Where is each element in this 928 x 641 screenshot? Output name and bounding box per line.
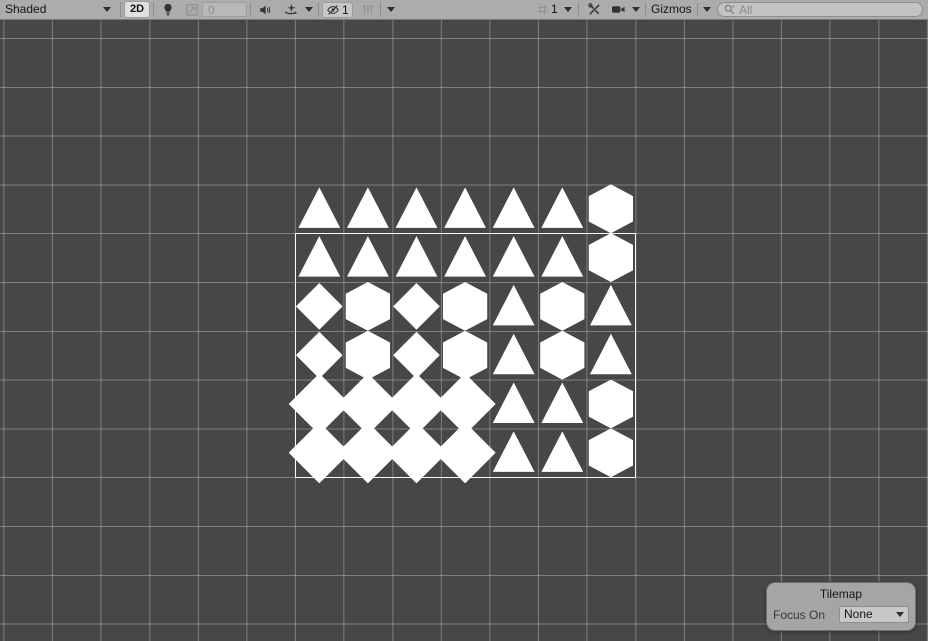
tile-triangle[interactable] xyxy=(441,184,490,233)
tilemap-selection-outline xyxy=(295,233,636,478)
lighting-toggle-button[interactable] xyxy=(157,1,179,18)
tile-triangle[interactable] xyxy=(538,184,587,233)
scene-visibility-button[interactable]: 1 xyxy=(322,2,353,18)
scene-view[interactable]: Tilemap Focus On None xyxy=(0,20,928,641)
toolbar-separator xyxy=(697,3,698,16)
grid-snap-dropdown-button[interactable] xyxy=(384,1,398,18)
exposure-field[interactable]: 0 xyxy=(202,2,247,17)
triangle-shape xyxy=(538,184,587,233)
grid-visibility-count: 1 xyxy=(551,1,558,18)
triangle-shape xyxy=(295,184,344,233)
effects-icon xyxy=(283,2,298,17)
triangle-shape xyxy=(392,184,441,233)
effects-toggle-button[interactable] xyxy=(279,1,301,18)
toolbar-separator xyxy=(578,2,579,17)
camera-icon xyxy=(611,3,626,16)
2d-mode-button[interactable]: 2D xyxy=(124,1,150,18)
tile-triangle[interactable] xyxy=(392,184,441,233)
visibility-count: 1 xyxy=(342,2,349,19)
tile-hexagon[interactable] xyxy=(587,184,636,233)
chevron-down-icon xyxy=(387,7,395,12)
scene-search[interactable] xyxy=(717,2,923,17)
gizmos-label: Gizmos xyxy=(651,1,692,18)
chevron-down-icon xyxy=(632,7,640,12)
grid-snap-icon xyxy=(357,1,377,18)
tile-triangle[interactable] xyxy=(344,184,393,233)
editor-tools-button[interactable] xyxy=(582,1,606,18)
hexagon-shape xyxy=(587,184,636,233)
chevron-down-icon xyxy=(564,7,572,12)
focus-on-label: Focus On xyxy=(773,608,825,622)
shading-mode-dropdown[interactable]: Shaded xyxy=(2,1,116,18)
chevron-down-icon xyxy=(305,7,313,12)
search-input[interactable] xyxy=(739,3,917,17)
scene-view-toolbar: Shaded 2D 0 xyxy=(0,0,928,20)
tile-triangle[interactable] xyxy=(489,184,538,233)
toolbar-separator xyxy=(380,2,381,17)
tools-icon xyxy=(587,2,602,17)
effects-dropdown-button[interactable] xyxy=(302,1,316,18)
triangle-shape xyxy=(489,184,538,233)
search-icon xyxy=(723,3,736,16)
tilemap-overlay-panel: Tilemap Focus On None xyxy=(766,582,916,631)
audio-toggle-button[interactable] xyxy=(254,1,276,18)
grid-dropdown-button[interactable] xyxy=(561,1,575,18)
chevron-down-icon xyxy=(896,612,904,617)
focus-on-dropdown[interactable]: None xyxy=(839,606,909,623)
light-bulb-icon xyxy=(161,3,175,17)
toolbar-separator xyxy=(318,2,319,17)
tile-triangle[interactable] xyxy=(295,184,344,233)
panel-title: Tilemap xyxy=(767,587,915,601)
speaker-icon xyxy=(258,3,272,17)
toolbar-separator xyxy=(250,2,251,17)
shading-mode-label: Shaded xyxy=(5,1,46,18)
camera-dropdown-button[interactable] xyxy=(629,1,643,18)
toolbar-separator xyxy=(645,2,646,17)
grid-visibility-icon xyxy=(535,1,550,18)
toolbar-separator xyxy=(153,2,154,17)
triangle-shape xyxy=(344,184,393,233)
gizmos-dropdown[interactable]: Gizmos xyxy=(649,1,713,18)
focus-on-value: None xyxy=(844,606,896,623)
scene-camera-button[interactable] xyxy=(608,1,628,18)
exposure-icon xyxy=(183,1,201,18)
chevron-down-icon xyxy=(703,7,711,12)
triangle-shape xyxy=(441,184,490,233)
toolbar-separator xyxy=(120,2,121,17)
chevron-down-icon xyxy=(103,7,111,12)
hidden-eye-icon xyxy=(326,3,340,17)
